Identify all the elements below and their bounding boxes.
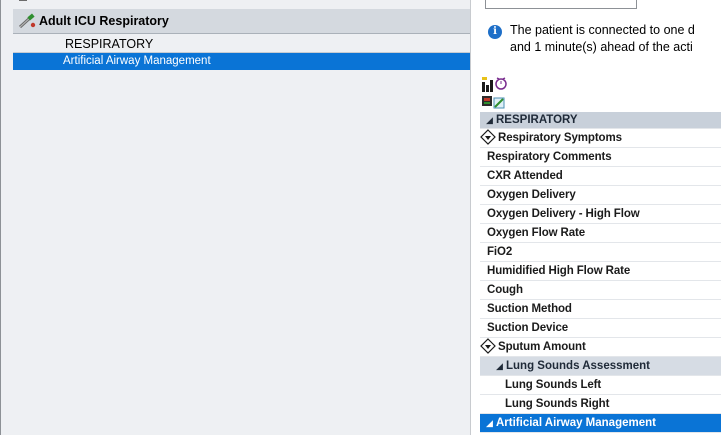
collapse-triangle-icon[interactable]: ◢	[486, 414, 496, 433]
grid-row-lung-sounds-left[interactable]: Lung Sounds Left	[480, 376, 721, 395]
airway-tool-icon	[18, 13, 36, 29]
diamond-arrow-icon	[480, 338, 496, 354]
edit-chart-icon[interactable]	[493, 97, 505, 109]
collapse-triangle-icon[interactable]: ◢	[486, 112, 496, 129]
collapse-triangle-icon[interactable]: ◢	[496, 357, 506, 376]
nav-item-artificial-airway[interactable]: Artificial Airway Management	[13, 53, 471, 70]
grid-row-respiratory-comments[interactable]: Respiratory Comments	[480, 148, 721, 167]
grid-row-oxygen-delivery-high-flow[interactable]: Oxygen Delivery - High Flow	[480, 205, 721, 224]
grid-row-humidified-high-flow-rate[interactable]: Humidified High Flow Rate	[480, 262, 721, 281]
grid-toolbar	[482, 77, 507, 109]
grid-row-suction-method[interactable]: Suction Method	[480, 300, 721, 319]
grid-row-sputum-amount[interactable]: Sputum Amount	[480, 338, 721, 357]
navigator-header-label: Adult ICU Respiratory	[39, 14, 169, 28]
grid-row-oxygen-delivery[interactable]: Oxygen Delivery	[480, 186, 721, 205]
device-view-icon[interactable]	[482, 96, 492, 106]
grid-row-oxygen-flow-rate[interactable]: Oxygen Flow Rate	[480, 224, 721, 243]
section-label: RESPIRATORY	[496, 114, 578, 126]
grid-row-respiratory-symptoms[interactable]: Respiratory Symptoms	[480, 129, 721, 148]
chart-view-icon[interactable]	[482, 77, 493, 92]
subsection-header-lung-sounds[interactable]: ◢ Lung Sounds Assessment	[480, 357, 721, 376]
nav-item-respiratory[interactable]: RESPIRATORY	[13, 36, 471, 53]
subsection-label: Lung Sounds Assessment	[506, 360, 650, 372]
panel-edge-mark	[19, 0, 27, 4]
navigator-panel: Adult ICU Respiratory RESPIRATORY Artifi…	[0, 0, 471, 435]
diamond-arrow-icon	[480, 129, 496, 145]
section-header-artificial-airway[interactable]: ◢ Artificial Airway Management	[480, 414, 721, 433]
section-header-respiratory[interactable]: ◢ RESPIRATORY	[480, 112, 721, 129]
pane-splitter[interactable]	[470, 0, 471, 435]
alarm-clock-icon[interactable]	[495, 77, 507, 90]
info-line-1: The patient is connected to one d	[510, 23, 695, 37]
grid-row-cough[interactable]: Cough	[480, 281, 721, 300]
selected-section-label: Artificial Airway Management	[496, 417, 656, 429]
info-line-2: and 1 minute(s) ahead of the acti	[510, 40, 693, 54]
row-label: Sputum Amount	[498, 341, 586, 353]
grid-row-lung-sounds-right[interactable]: Lung Sounds Right	[480, 395, 721, 414]
grid-row-suction-device[interactable]: Suction Device	[480, 319, 721, 338]
navigator-header[interactable]: Adult ICU Respiratory	[13, 9, 471, 34]
flowsheet-grid: ◢ RESPIRATORY Respiratory Symptoms Respir…	[480, 112, 721, 433]
row-label: Respiratory Symptoms	[498, 132, 622, 144]
grid-row-fio2[interactable]: FiO2	[480, 243, 721, 262]
info-icon: i	[488, 25, 502, 39]
info-banner: The patient is connected to one d and 1 …	[510, 22, 721, 56]
grid-row-cxr-attended[interactable]: CXR Attended	[480, 167, 721, 186]
top-field[interactable]	[485, 0, 637, 9]
